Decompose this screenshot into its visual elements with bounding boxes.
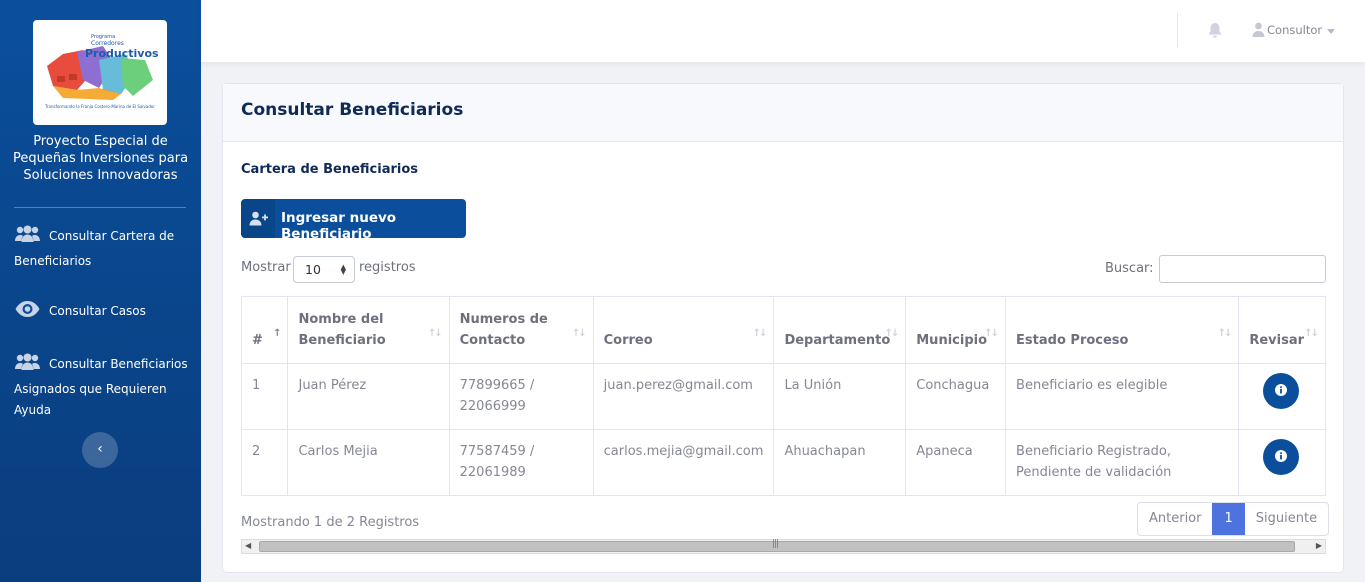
pagination-previous[interactable]: Anterior [1138, 503, 1212, 535]
sidebar-divider [14, 207, 186, 208]
sidebar-item-beneficiarios-asignados[interactable]: Consultar Beneficiarios Asignados que Re… [14, 353, 189, 422]
page-size-select[interactable]: 10 ▲ ▼ [293, 256, 355, 283]
cell-name: Juan Pérez [287, 363, 450, 430]
col-header-name[interactable]: Nombre del Beneficiario ↑↓ [287, 296, 450, 364]
table-row: 1 Juan Pérez 77899665 / 22066999 juan.pe… [240, 363, 1326, 430]
cell-number: 1 [240, 363, 289, 430]
sort-icon: ↑↓ [1304, 328, 1319, 339]
col-header-review[interactable]: Revisar ↑↓ [1238, 296, 1326, 364]
sidebar-toggle-button[interactable]: ‹ [82, 432, 118, 468]
section-subtitle: Cartera de Beneficiarios [241, 162, 419, 177]
sort-icon: ↑↓ [427, 328, 443, 339]
cell-number: 2 [240, 429, 289, 496]
cell-status: Beneficiario Registrado, Pendiente de va… [1005, 429, 1240, 496]
logo-line3: Productivos [85, 47, 159, 60]
sidebar-item-consultar-casos[interactable]: Consultar Casos [14, 300, 189, 326]
user-menu[interactable]: Consultor [1252, 22, 1322, 37]
length-label: Mostrar [241, 260, 291, 275]
chevron-down-icon[interactable] [1327, 29, 1335, 34]
topbar: Consultor [201, 0, 1365, 62]
program-logo: Programa Corredores Productivos Transfor… [33, 20, 167, 125]
select-arrows-icon: ▲ ▼ [340, 263, 346, 276]
cell-email: carlos.mejia@gmail.com [592, 429, 775, 496]
cell-department: La Unión [773, 363, 907, 430]
scroll-left-icon[interactable]: ◀ [245, 541, 251, 550]
length-suffix: registros [359, 260, 416, 275]
search-input[interactable] [1159, 255, 1326, 283]
scroll-right-icon[interactable]: ▶ [1316, 541, 1322, 550]
eye-icon [14, 300, 41, 326]
sidebar: Programa Corredores Productivos Transfor… [0, 0, 201, 582]
sort-icon: ↑↓ [984, 328, 999, 339]
review-info-button[interactable] [1263, 373, 1300, 409]
col-header-contact[interactable]: Numeros de Contacto ↑↓ [448, 296, 594, 364]
info-icon [1275, 450, 1288, 462]
review-info-button[interactable] [1263, 439, 1300, 475]
cell-review [1238, 363, 1326, 430]
users-icon [14, 353, 41, 379]
sort-icon: ↑↓ [571, 328, 587, 339]
new-beneficiary-button[interactable]: Ingresar nuevo Beneficiario [241, 199, 466, 242]
cell-contact: 77587459 / 22061989 [448, 429, 594, 496]
search-label: Buscar: [1105, 261, 1154, 276]
pagination-next[interactable]: Siguiente [1245, 503, 1328, 535]
col-header-number[interactable]: # ↑ [240, 296, 289, 364]
sort-icon: ↑↓ [1217, 328, 1233, 339]
cell-contact: 77899665 / 22066999 [448, 363, 594, 430]
table-info: Mostrando 1 de 2 Registros [241, 515, 420, 530]
cell-department: Ahuachapan [773, 429, 907, 496]
project-title: Proyecto Especial de Pequeñas Inversione… [12, 134, 189, 183]
scrollbar-thumb[interactable]: ||| [259, 539, 1295, 552]
new-beneficiary-label: Ingresar nuevo Beneficiario [281, 210, 397, 242]
table-row: 2 Carlos Mejia 77587459 / 22061989 carlo… [240, 429, 1326, 496]
page-size-value: 10 [305, 262, 321, 277]
sort-icon: ↑↓ [752, 328, 768, 339]
user-icon [1252, 22, 1265, 37]
topbar-divider [1177, 13, 1178, 47]
grip-icon: ||| [772, 539, 779, 549]
sidebar-item-label: Consultar Casos [49, 304, 146, 318]
col-header-department[interactable]: Departamento ↑↓ [773, 296, 907, 364]
horizontal-scrollbar[interactable]: ◀ ||| ▶ [241, 539, 1326, 554]
logo-tagline: Transformando la Franja Costero-Marina d… [45, 104, 155, 109]
col-header-municipality[interactable]: Municipio ↑↓ [905, 296, 1007, 364]
col-header-status[interactable]: Estado Proceso ↑↓ [1005, 296, 1240, 364]
sort-icon: ↑↓ [884, 328, 899, 339]
user-name: Consultor [1267, 23, 1323, 37]
beneficiaries-table: # ↑ Nombre del Beneficiario ↑↓ Numeros de … [240, 296, 1326, 496]
cell-municipality: Conchagua [905, 363, 1007, 430]
bell-icon[interactable] [1208, 22, 1222, 42]
logo-line2: Corredores [91, 40, 124, 47]
sidebar-item-consultar-cartera[interactable]: Consultar Cartera de Beneficiarios [14, 225, 189, 272]
cell-status: Beneficiario es elegible [1005, 363, 1240, 430]
cell-email: juan.perez@gmail.com [592, 363, 775, 430]
pagination-page-1[interactable]: 1 [1212, 503, 1245, 535]
info-icon [1275, 384, 1288, 396]
sort-asc-icon: ↑ [273, 328, 282, 339]
page-title: Consultar Beneficiarios [241, 100, 464, 120]
col-header-email[interactable]: Correo ↑↓ [592, 296, 775, 364]
table-header-row: # ↑ Nombre del Beneficiario ↑↓ Numeros de … [240, 296, 1326, 364]
chevron-left-icon: ‹ [97, 441, 103, 457]
cell-name: Carlos Mejia [287, 429, 450, 496]
pagination: Anterior 1 Siguiente [1137, 502, 1330, 536]
card-header: Consultar Beneficiarios [223, 84, 1343, 142]
beneficiarios-card: Consultar Beneficiarios Cartera de Benef… [222, 83, 1344, 573]
cell-municipality: Apaneca [905, 429, 1007, 496]
user-plus-icon [241, 199, 275, 238]
cell-review [1238, 429, 1326, 496]
users-icon [14, 225, 41, 251]
